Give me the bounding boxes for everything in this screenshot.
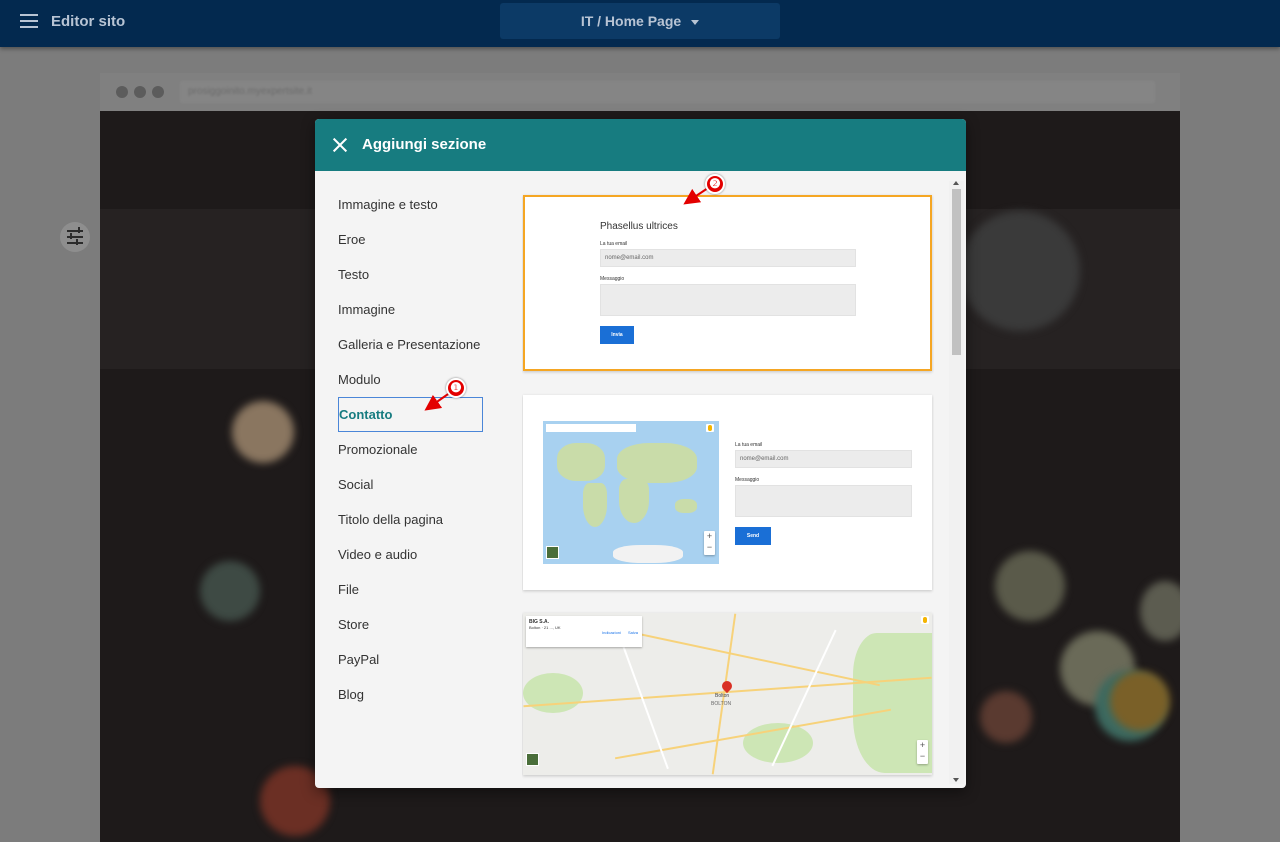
window-dot-icon — [134, 86, 146, 98]
category-modulo[interactable]: Modulo — [338, 362, 498, 397]
category-eroe[interactable]: Eroe — [338, 222, 498, 257]
preview-full-width-map[interactable]: BIG S.A. Bolton · 21 ..., UK Indicazioni… — [523, 613, 932, 775]
category-contatto[interactable]: Contatto — [338, 397, 483, 432]
category-promozionale[interactable]: Promozionale — [338, 432, 498, 467]
section-preview-list: Phasellus ultrices La tua email nome@ema… — [522, 181, 934, 788]
email-input: nome@email.com — [735, 450, 912, 468]
city-label: Bolton — [715, 693, 730, 699]
category-video-audio[interactable]: Video e audio — [338, 537, 498, 572]
category-file[interactable]: File — [338, 572, 498, 607]
email-label: La tua email — [735, 442, 763, 448]
submit-button: Invia — [600, 326, 634, 344]
pegman-icon — [921, 616, 929, 624]
scrollbar-thumb[interactable] — [952, 189, 961, 355]
add-section-dialog: Aggiungi sezione Immagine e testo Eroe T… — [315, 119, 966, 788]
dialog-header: Aggiungi sezione — [315, 119, 966, 171]
scroll-down-icon[interactable] — [953, 778, 959, 782]
preview-map-and-form[interactable]: + − La tua email nome@email.com Messaggio… — [523, 395, 932, 590]
window-dot-icon — [116, 86, 128, 98]
satellite-toggle-icon — [546, 546, 559, 559]
preview-browser-bar: prosiggoinito.myexpertsite.it — [100, 73, 1180, 111]
hamburger-menu-icon[interactable] — [20, 14, 38, 28]
close-icon[interactable] — [331, 136, 349, 154]
step-2-badge: ❷ — [705, 174, 725, 194]
message-textarea — [735, 485, 912, 517]
scroll-up-icon[interactable] — [953, 181, 959, 185]
top-bar: Editor sito IT / Home Page — [0, 0, 1280, 47]
app-title: Editor sito — [51, 13, 126, 30]
satellite-toggle-icon — [526, 753, 539, 766]
category-store[interactable]: Store — [338, 607, 498, 642]
save-link: Salva — [628, 630, 639, 635]
district-label: BOLTON — [711, 701, 732, 707]
preview-contact-form[interactable]: Phasellus ultrices La tua email nome@ema… — [523, 195, 932, 371]
dialog-title: Aggiungi sezione — [362, 136, 487, 153]
message-label: Messaggio — [735, 477, 760, 483]
world-map: + − — [543, 421, 719, 564]
window-dot-icon — [152, 86, 164, 98]
category-immagine-e-testo[interactable]: Immagine e testo — [338, 187, 498, 222]
section-category-list: Immagine e testo Eroe Testo Immagine Gal… — [338, 187, 498, 712]
form-title: Phasellus ultrices — [600, 221, 678, 232]
category-galleria[interactable]: Galleria e Presentazione — [338, 327, 498, 362]
page-selector[interactable]: IT / Home Page — [500, 3, 780, 39]
zoom-control: + − — [917, 740, 928, 764]
place-info-box: BIG S.A. Bolton · 21 ..., UK Indicazioni… — [526, 616, 642, 647]
email-input: nome@email.com — [600, 249, 856, 267]
directions-link: Indicazioni — [602, 630, 621, 635]
city-map: BIG S.A. Bolton · 21 ..., UK Indicazioni… — [523, 613, 932, 775]
submit-button: Send — [735, 527, 771, 545]
pegman-icon — [706, 424, 714, 432]
category-paypal[interactable]: PayPal — [338, 642, 498, 677]
category-immagine[interactable]: Immagine — [338, 292, 498, 327]
message-label: Messaggio — [600, 276, 625, 282]
step-1-badge: ❶ — [446, 378, 466, 398]
zoom-control: + − — [704, 531, 715, 555]
place-address: Bolton · 21 ..., UK — [529, 625, 561, 630]
category-blog[interactable]: Blog — [338, 677, 498, 712]
category-titolo-pagina[interactable]: Titolo della pagina — [338, 502, 498, 537]
map-search-box — [546, 424, 636, 432]
category-testo[interactable]: Testo — [338, 257, 498, 292]
category-social[interactable]: Social — [338, 467, 498, 502]
page-selector-label: IT / Home Page — [580, 13, 682, 29]
message-textarea — [600, 284, 856, 316]
email-label: La tua email — [600, 241, 628, 247]
caret-down-icon — [691, 19, 700, 25]
preview-url: prosiggoinito.myexpertsite.it — [180, 81, 1155, 103]
preview-scrollbar[interactable] — [949, 181, 964, 784]
section-settings-icon[interactable] — [60, 222, 90, 252]
